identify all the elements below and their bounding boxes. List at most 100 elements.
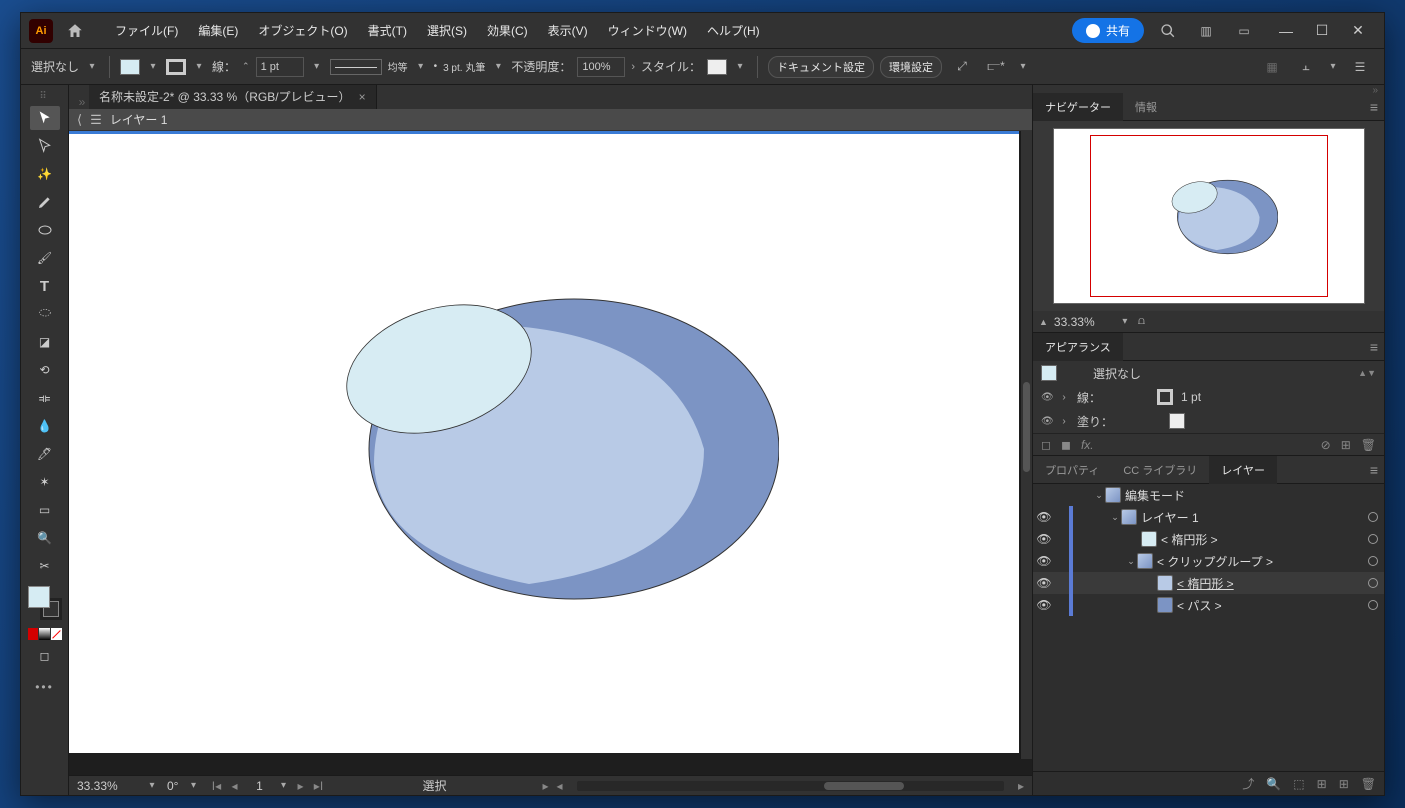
fill-dropdown[interactable]: [146, 60, 160, 74]
type-tool[interactable]: T: [30, 274, 60, 298]
arrange-icon[interactable]: ▥: [1192, 19, 1220, 43]
ellipse-tool[interactable]: [30, 218, 60, 242]
stroke-dropdown[interactable]: [192, 60, 206, 74]
properties-tab[interactable]: プロパティ: [1033, 456, 1111, 484]
close-tab-icon[interactable]: ×: [359, 90, 366, 104]
canvas[interactable]: [69, 131, 1032, 775]
appearance-stroke-swatch[interactable]: [1157, 389, 1173, 405]
status-caret[interactable]: ▸: [542, 779, 548, 793]
add-stroke-icon[interactable]: ◻: [1041, 438, 1051, 452]
navigator-thumbnail[interactable]: [1053, 128, 1365, 304]
eraser-tool[interactable]: ◪: [30, 330, 60, 354]
search-layer-icon[interactable]: 🔍: [1266, 777, 1281, 791]
align-icon[interactable]: ⫍*: [982, 55, 1010, 79]
home-icon[interactable]: [61, 19, 89, 43]
prev-artboard-icon[interactable]: ◂: [226, 779, 242, 793]
eye-icon[interactable]: 👁: [1041, 392, 1051, 403]
menu-object[interactable]: オブジェクト(O): [250, 18, 355, 43]
stroke-weight-input[interactable]: [256, 57, 304, 77]
paintbrush-tool[interactable]: 🖌: [30, 246, 60, 270]
width-tool[interactable]: ⟚: [30, 386, 60, 410]
selection-dropdown[interactable]: [85, 60, 99, 74]
stroke-swatch[interactable]: [166, 59, 186, 75]
tabbar-expand-icon[interactable]: »: [75, 95, 89, 109]
fill-stroke-control[interactable]: [28, 586, 62, 620]
rotate-tool[interactable]: ⟲: [30, 358, 60, 382]
navigator-zoom-dropdown[interactable]: [1118, 315, 1132, 329]
visibility-icon[interactable]: 👁: [1033, 510, 1055, 524]
locate-icon[interactable]: ⤴: [1242, 775, 1254, 792]
status-caret-right[interactable]: ▸: [1018, 779, 1024, 793]
back-icon[interactable]: ⟨: [77, 112, 82, 128]
target-icon[interactable]: [1368, 556, 1378, 566]
magic-wand-tool[interactable]: ✨: [30, 162, 60, 186]
layer-row-clipgroup[interactable]: 👁 ⌄ < クリップグループ >: [1033, 550, 1384, 572]
stroke-link-icon[interactable]: ⌃: [242, 61, 250, 72]
opacity-input[interactable]: [577, 57, 625, 77]
menu-type[interactable]: 書式(T): [360, 18, 415, 43]
disclosure-icon[interactable]: ⌄: [1093, 490, 1105, 501]
target-icon[interactable]: [1368, 600, 1378, 610]
direct-selection-tool[interactable]: [30, 134, 60, 158]
list-icon[interactable]: ☰: [1346, 55, 1374, 79]
add-effect-icon[interactable]: fx.: [1081, 438, 1094, 452]
distribute-icon[interactable]: ⫠: [1292, 55, 1320, 79]
make-clipping-icon[interactable]: ⬚: [1293, 777, 1304, 791]
navigator-tab[interactable]: ナビゲーター: [1033, 93, 1123, 121]
symbol-sprayer-tool[interactable]: ✶: [30, 470, 60, 494]
stroke-weight-dropdown[interactable]: [310, 60, 324, 74]
eyedropper-tool[interactable]: 💧: [30, 414, 60, 438]
duplicate-icon[interactable]: ⊞: [1341, 438, 1351, 452]
pen-tool[interactable]: [30, 190, 60, 214]
style-dropdown[interactable]: [733, 60, 747, 74]
new-layer-icon[interactable]: ⊞: [1339, 777, 1349, 791]
artboard-dropdown[interactable]: [276, 779, 290, 793]
first-artboard-icon[interactable]: I◂: [208, 779, 224, 793]
artboard-number[interactable]: 1: [244, 779, 274, 793]
layer-row-ellipse-clip[interactable]: 👁 < 楕円形 >: [1033, 572, 1384, 594]
rotate-dropdown[interactable]: [186, 779, 200, 793]
close-button[interactable]: ✕: [1340, 19, 1376, 43]
menu-effect[interactable]: 効果(C): [479, 18, 536, 43]
visibility-icon[interactable]: 👁: [1033, 532, 1055, 546]
brush-dropdown[interactable]: [491, 60, 505, 74]
disclosure-icon[interactable]: ›: [1059, 392, 1069, 403]
zoom-dropdown[interactable]: [145, 779, 159, 793]
edit-toolbar[interactable]: •••: [30, 672, 60, 696]
appearance-stroke-row[interactable]: 👁 › 線： 1 pt: [1033, 385, 1384, 409]
visibility-icon[interactable]: 👁: [1033, 576, 1055, 590]
breadcrumb-layer[interactable]: レイヤー 1: [110, 111, 168, 128]
document-tab[interactable]: 名称未設定-2* @ 33.33 %（RGB/プレビュー） ×: [89, 85, 377, 109]
layer-row-editmode[interactable]: ⌄ 編集モード: [1033, 484, 1384, 506]
menu-window[interactable]: ウィンドウ(W): [600, 18, 695, 43]
navigator-zoom-value[interactable]: 33.33%: [1054, 315, 1112, 329]
horizontal-scrollbar[interactable]: [577, 781, 1004, 791]
target-icon[interactable]: [1368, 578, 1378, 588]
disclosure-icon[interactable]: ⌄: [1125, 556, 1137, 567]
visibility-icon[interactable]: 👁: [1033, 554, 1055, 568]
fill-swatch[interactable]: [120, 59, 140, 75]
zoom-tool[interactable]: 🔍: [30, 526, 60, 550]
appearance-fill-swatch[interactable]: [1169, 413, 1185, 429]
appearance-fill-row[interactable]: 👁 › 塗り：: [1033, 409, 1384, 433]
info-tab[interactable]: 情報: [1123, 93, 1169, 121]
layer-row-path[interactable]: 👁 < パス >: [1033, 594, 1384, 616]
eye-icon[interactable]: 👁: [1041, 416, 1051, 427]
maximize-button[interactable]: ☐: [1304, 19, 1340, 43]
zoom-level[interactable]: 33.33%: [77, 779, 137, 793]
toolbox-grip[interactable]: ⠿: [39, 91, 49, 102]
zoom-out-icon[interactable]: ▲: [1039, 317, 1048, 327]
extra-dropdown[interactable]: [1326, 60, 1340, 74]
vertical-scrollbar[interactable]: [1020, 131, 1032, 759]
screen-mode[interactable]: ◻: [30, 644, 60, 668]
disclosure-icon[interactable]: ›: [1059, 416, 1069, 427]
next-artboard-icon[interactable]: ▸: [292, 779, 308, 793]
target-icon[interactable]: [1368, 512, 1378, 522]
panel-menu-icon[interactable]: ≡: [1370, 339, 1378, 355]
cc-libraries-tab[interactable]: CC ライブラリ: [1111, 456, 1209, 484]
delete-layer-icon[interactable]: 🗑: [1361, 777, 1376, 791]
panel-menu-icon[interactable]: ≡: [1370, 462, 1378, 478]
opacity-caret[interactable]: ›: [631, 61, 635, 73]
appearance-tab[interactable]: アピアランス: [1033, 333, 1123, 361]
layer-row-ellipse[interactable]: 👁 < 楕円形 >: [1033, 528, 1384, 550]
